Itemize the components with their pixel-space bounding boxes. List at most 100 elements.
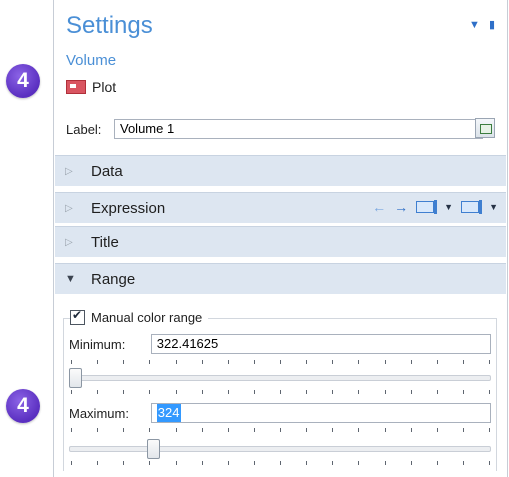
- slider-tick: [123, 461, 125, 465]
- maximum-input-selected-text: 324: [156, 404, 181, 422]
- step-badge-4-bottom: 4: [6, 389, 40, 423]
- slider-tick: [149, 461, 151, 465]
- slider-tick: [201, 461, 203, 465]
- slider-tick: [253, 461, 255, 465]
- slider-tick: [123, 390, 125, 394]
- slider-tick: [332, 428, 334, 432]
- step-badge-4-top: 4: [6, 64, 40, 98]
- slider-tick: [97, 428, 99, 432]
- slider-tick: [436, 360, 438, 364]
- back-arrow-icon[interactable]: ←: [372, 199, 386, 215]
- slider-tick: [97, 360, 99, 364]
- slider-tick: [71, 428, 72, 432]
- slider-tick: [253, 360, 255, 364]
- plot-label: Plot: [92, 79, 117, 95]
- forward-arrow-icon[interactable]: →: [394, 199, 408, 215]
- slider-tick: [384, 428, 386, 432]
- pin-icon[interactable]: ▮: [489, 19, 495, 31]
- node-subtitle: Volume: [66, 52, 117, 69]
- slider-tick: [358, 428, 360, 432]
- slider-tick: [358, 461, 360, 465]
- insert-expression-icon[interactable]: [416, 200, 438, 214]
- slider-tick: [410, 428, 412, 432]
- slider-tick: [201, 390, 203, 394]
- maximum-input[interactable]: 324: [150, 403, 491, 423]
- slider-tick: [227, 461, 229, 465]
- slider-tick: [410, 461, 412, 465]
- settings-panel: Settings ▼ ▮ Volume Plot Label: ▷ Data ▷…: [53, 0, 508, 477]
- slider-tick: [384, 461, 386, 465]
- section-range-label: Range: [91, 270, 136, 288]
- label-input[interactable]: [114, 119, 483, 139]
- slider-tick: [410, 360, 412, 364]
- chevron-down-icon[interactable]: ▼: [444, 202, 453, 212]
- slider-tick: [123, 360, 125, 364]
- slider-tick: [462, 360, 464, 364]
- minimum-input[interactable]: [150, 334, 491, 354]
- settings-header: Settings ▼ ▮: [66, 12, 499, 44]
- section-title-label: Title: [91, 233, 119, 251]
- slider-tick: [149, 360, 151, 364]
- manual-color-range-label: Manual color range: [91, 309, 203, 325]
- slider-tick: [436, 461, 438, 465]
- slider-tick: [332, 390, 334, 394]
- maximum-row: Maximum: 324: [69, 403, 491, 423]
- slider-tick: [280, 360, 281, 364]
- minimum-slider-ticks: [69, 360, 491, 364]
- window-controls: ▼ ▮: [463, 18, 495, 31]
- section-title[interactable]: ▷ Title: [55, 226, 506, 257]
- slider-tick: [280, 428, 281, 432]
- slider-tick: [175, 461, 177, 465]
- slider-tick: [489, 360, 490, 364]
- slider-tick: [332, 360, 334, 364]
- slider-tick: [306, 360, 308, 364]
- slider-tick: [71, 360, 72, 364]
- maximum-slider-ticks: [69, 428, 491, 432]
- label-info-button[interactable]: [475, 118, 495, 138]
- section-data-label: Data: [91, 162, 123, 180]
- slider-tick: [332, 461, 334, 465]
- slider-tick: [384, 390, 386, 394]
- slider-tick: [436, 428, 438, 432]
- plot-icon: [66, 80, 86, 94]
- section-range[interactable]: ▼ Range: [55, 263, 506, 294]
- settings-title: Settings: [66, 12, 153, 39]
- slider-tick: [280, 390, 281, 394]
- slider-tick: [149, 428, 151, 432]
- collapsed-arrow-icon: ▷: [65, 236, 73, 248]
- slider-tick: [97, 461, 99, 465]
- maximum-slider-thumb[interactable]: [146, 439, 160, 459]
- maximum-label: Maximum:: [69, 405, 129, 421]
- section-data[interactable]: ▷ Data: [55, 155, 506, 186]
- slider-tick: [201, 360, 203, 364]
- slider-tick: [358, 360, 360, 364]
- maximum-slider-ticks-bottom: [69, 461, 491, 465]
- slider-tick: [489, 461, 490, 465]
- maximum-slider-track[interactable]: [69, 446, 491, 452]
- slider-tick: [358, 390, 360, 394]
- dropdown-arrow-icon[interactable]: ▼: [469, 19, 480, 31]
- plot-button[interactable]: Plot: [66, 78, 116, 96]
- minimum-row: Minimum:: [69, 334, 491, 354]
- minimum-slider-track[interactable]: [69, 375, 491, 381]
- slider-tick: [410, 390, 412, 394]
- expression-toolbar: ← → ▼ ▼: [372, 199, 498, 215]
- slider-tick: [227, 360, 229, 364]
- label-row: Label:: [66, 118, 499, 140]
- slider-tick: [97, 390, 99, 394]
- slider-tick: [175, 428, 177, 432]
- slider-tick: [253, 428, 255, 432]
- section-expression[interactable]: ▷ Expression ← → ▼ ▼: [55, 192, 506, 223]
- slider-tick: [436, 390, 438, 394]
- slider-tick: [175, 390, 177, 394]
- chevron-down-icon[interactable]: ▼: [489, 202, 498, 212]
- slider-tick: [201, 428, 203, 432]
- section-expression-label: Expression: [91, 199, 166, 217]
- manual-color-range-row[interactable]: Manual color range: [70, 307, 209, 327]
- replace-expression-icon[interactable]: [461, 200, 483, 214]
- slider-tick: [175, 360, 177, 364]
- slider-tick: [149, 390, 151, 394]
- minimum-slider-thumb[interactable]: [69, 368, 82, 388]
- slider-tick: [306, 428, 308, 432]
- manual-color-range-checkbox[interactable]: [70, 308, 85, 325]
